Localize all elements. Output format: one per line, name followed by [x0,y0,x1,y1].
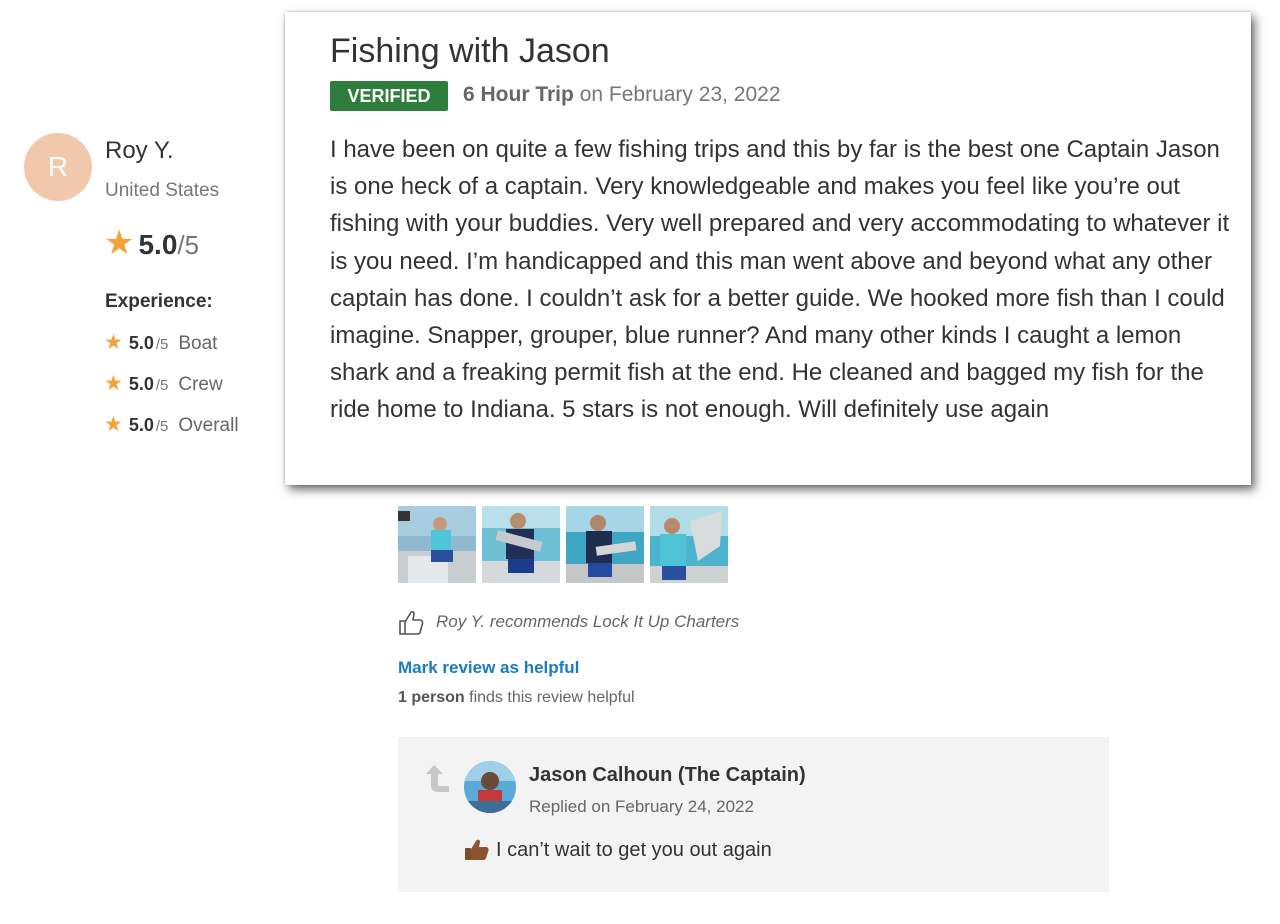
experience-category: Boat [178,333,218,354]
experience-label: Experience: [105,291,213,312]
reply-date: Replied on February 24, 2022 [529,797,754,816]
experience-score: 5.0 [128,333,154,353]
experience-row-overall: ★ 5.0 /5 Overall [104,412,239,440]
review-photo[interactable] [650,506,728,583]
verified-badge: VERIFIED [330,81,448,111]
helpful-count-text: finds this review helpful [464,689,635,706]
recommendation-row: Roy Y. recommends Lock It Up Charters [398,608,739,636]
avatar-initial: R [47,151,69,182]
review-photo[interactable] [398,506,476,583]
review-photo[interactable] [482,506,560,583]
review-photos [398,506,728,583]
experience-category: Crew [178,374,223,395]
reply-text: I can’t wait to get you out again [464,838,772,862]
captain-name: Jason Calhoun (The Captain) [529,764,806,786]
star-icon: ★ [104,372,123,395]
reply-message: I can’t wait to get you out again [496,838,772,861]
captain-avatar [464,761,516,813]
overall-rating: ★ 5.0 /5 [104,226,199,266]
thumbs-up-emoji-icon [465,839,489,860]
review-card: Fishing with Jason VERIFIED 6 Hour Trip … [285,12,1251,485]
trip-date: on February 23, 2022 [579,83,781,106]
trip-info: 6 Hour Trip on February 23, 2022 [463,83,781,107]
star-icon: ★ [104,413,123,436]
reviewer-country: United States [105,180,220,201]
reviewer-name: Roy Y. [105,137,174,164]
star-icon: ★ [104,224,135,262]
recommendation-text: Roy Y. recommends Lock It Up Charters [436,612,740,631]
experience-score: 5.0 [128,415,154,435]
experience-row-crew: ★ 5.0 /5 Crew [104,371,223,399]
star-icon: ★ [104,331,123,354]
experience-score: 5.0 [128,374,154,394]
helpful-count-number: 1 person [398,689,465,706]
overall-max: /5 [177,230,200,260]
mark-helpful-link[interactable]: Mark review as helpful [398,658,579,678]
review-title: Fishing with Jason [330,32,610,70]
helpful-count: 1 person finds this review helpful [398,689,635,707]
review-photo[interactable] [566,506,644,583]
trip-type: 6 Hour Trip [463,83,574,106]
review-body: I have been on quite a few fishing trips… [330,136,1230,424]
experience-max: /5 [155,377,169,394]
reply-arrow-icon [426,765,449,792]
experience-category: Overall [178,415,239,436]
experience-max: /5 [155,418,169,435]
experience-row-boat: ★ 5.0 /5 Boat [104,330,217,358]
experience-max: /5 [155,336,169,353]
captain-reply: Jason Calhoun (The Captain) Replied on F… [398,737,1109,892]
overall-score: 5.0 [138,229,178,260]
reviewer-avatar: R [24,133,92,201]
thumbs-up-icon [399,610,424,635]
